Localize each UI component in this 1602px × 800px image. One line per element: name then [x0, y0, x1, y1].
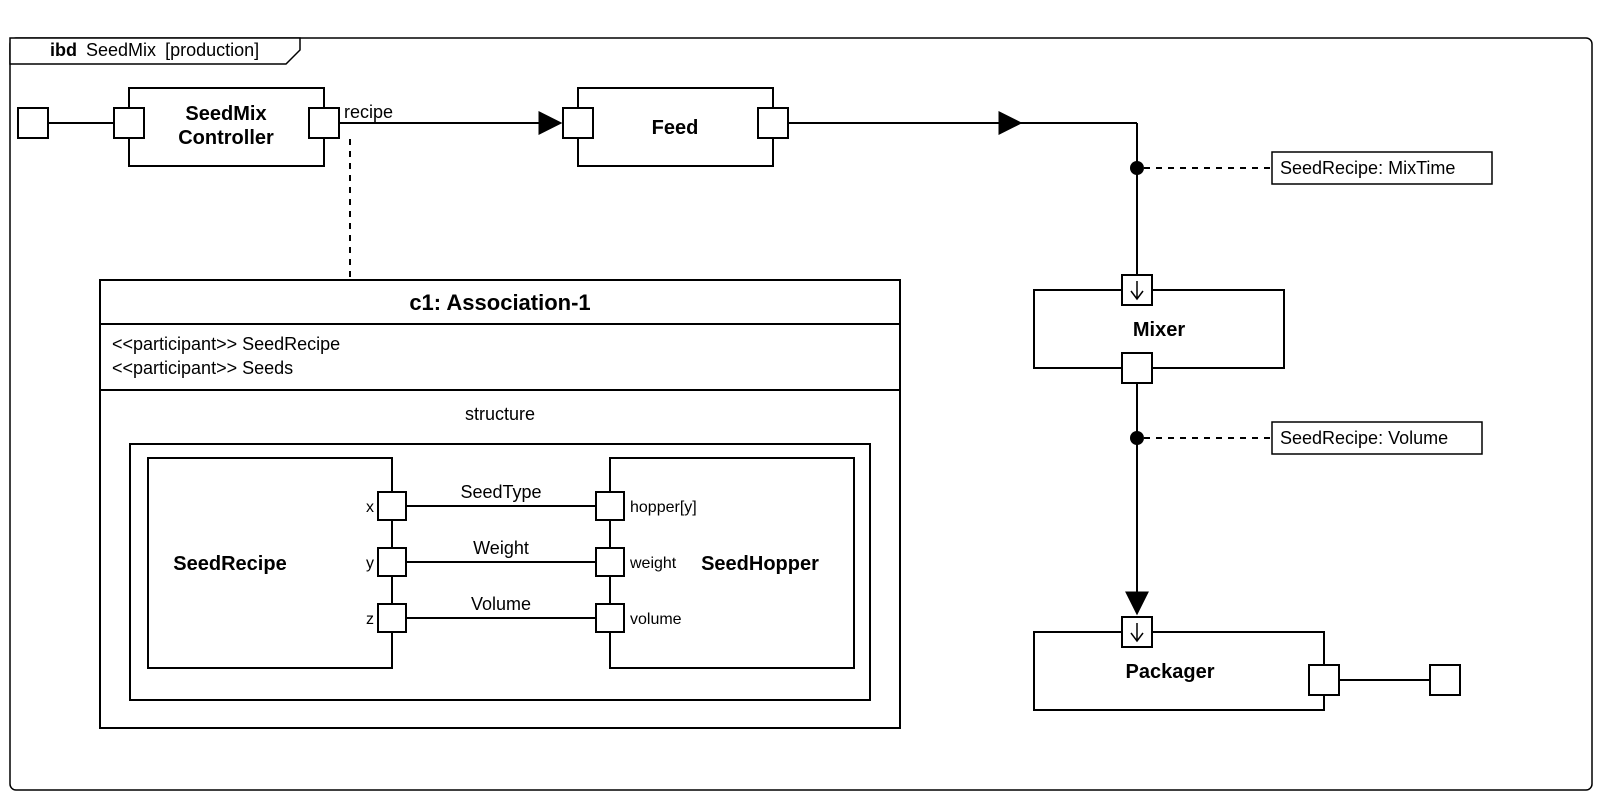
port-x-label: x	[366, 499, 374, 516]
block-feed: Feed	[563, 88, 788, 166]
recipe-label: recipe	[344, 102, 393, 122]
junction-mixtime	[1130, 161, 1144, 175]
mixer-label: Mixer	[1133, 319, 1185, 341]
controller-port-left	[114, 108, 144, 138]
seedhopper-label: SeedHopper	[701, 553, 819, 575]
port-volume	[596, 604, 624, 632]
controller-label-1: SeedMix	[185, 103, 266, 125]
port-hopper-label: hopper[y]	[630, 499, 697, 516]
external-port-left	[18, 108, 48, 138]
association-block: c1: Association-1 <<participant>> SeedRe…	[100, 280, 900, 728]
external-port-right	[1430, 665, 1460, 695]
assoc-compartment: structure	[465, 404, 535, 424]
port-weight	[596, 548, 624, 576]
feed-label: Feed	[652, 117, 699, 139]
port-y-label: y	[366, 555, 374, 572]
mixer-port-bottom	[1122, 353, 1152, 383]
link-seedtype-label: SeedType	[460, 482, 541, 502]
volume-label: SeedRecipe: Volume	[1280, 428, 1448, 448]
frame-title: ibd SeedMix [production]	[50, 40, 259, 60]
controller-label-2: Controller	[178, 127, 274, 149]
assoc-p2: <<participant>> Seeds	[112, 358, 293, 378]
feed-port-right	[758, 108, 788, 138]
controller-port-right	[309, 108, 339, 138]
port-hopper	[596, 492, 624, 520]
port-weight-label: weight	[629, 555, 677, 572]
assoc-p1: <<participant>> SeedRecipe	[112, 334, 340, 354]
feed-port-left	[563, 108, 593, 138]
port-x	[378, 492, 406, 520]
junction-volume	[1130, 431, 1144, 445]
mixtime-label: SeedRecipe: MixTime	[1280, 158, 1455, 178]
ibd-diagram: ibd SeedMix [production] SeedMix Control…	[0, 0, 1602, 800]
link-weight-label: Weight	[473, 538, 529, 558]
packager-label: Packager	[1126, 661, 1215, 683]
link-volume-label: Volume	[471, 594, 531, 614]
port-volume-label: volume	[630, 611, 682, 628]
port-y	[378, 548, 406, 576]
block-seedmix-controller: SeedMix Controller	[114, 88, 339, 166]
block-mixer: Mixer	[1034, 275, 1284, 383]
seedrecipe-label: SeedRecipe	[173, 553, 286, 575]
packager-port-right	[1309, 665, 1339, 695]
assoc-title: c1: Association-1	[409, 290, 590, 315]
port-z-label: z	[366, 611, 374, 628]
port-z	[378, 604, 406, 632]
